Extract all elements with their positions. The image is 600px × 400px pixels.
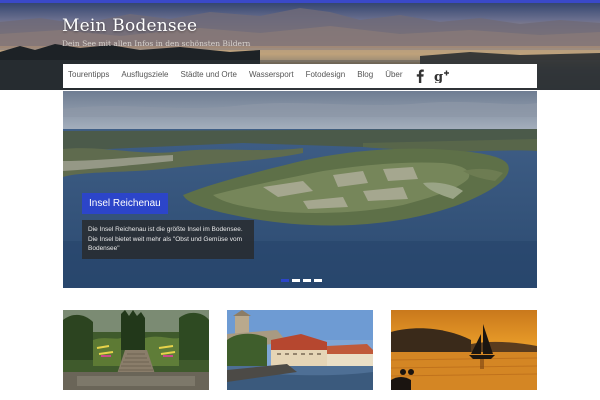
nav-item-staedte-und-orte[interactable]: Städte und Orte <box>175 64 243 88</box>
google-plus-icon[interactable]: g <box>431 64 453 88</box>
thumbnail-garden[interactable] <box>63 310 209 390</box>
sunset-sailboat-image <box>391 310 537 390</box>
nav-item-ueber[interactable]: Über <box>379 64 408 88</box>
site-tagline: Dein See mit allen Infos in den schönste… <box>62 39 251 48</box>
nav-item-wassersport[interactable]: Wassersport <box>243 64 300 88</box>
site-title[interactable]: Mein Bodensee <box>62 16 197 36</box>
svg-text:g: g <box>434 70 443 83</box>
slider-dot-3[interactable] <box>303 279 311 282</box>
slider-dot-4[interactable] <box>314 279 322 282</box>
nav-item-fotodesign[interactable]: Fotodesign <box>300 64 352 88</box>
slide-caption-title[interactable]: Insel Reichenau <box>82 193 168 214</box>
nav-item-blog[interactable]: Blog <box>351 64 379 88</box>
main-navigation: Tourentipps Ausflugsziele Städte und Ort… <box>63 64 537 88</box>
hero-slider[interactable]: Insel Reichenau Die Insel Reichenau ist … <box>63 91 537 288</box>
nav-item-tourentipps[interactable]: Tourentipps <box>63 64 115 88</box>
garden-stairs-image <box>63 310 209 390</box>
slide-caption-text: Die Insel Reichenau ist die größte Insel… <box>82 220 254 259</box>
slider-dot-1[interactable] <box>281 279 289 282</box>
nav-item-ausflugsziele[interactable]: Ausflugsziele <box>115 64 174 88</box>
slider-pagination <box>281 279 322 282</box>
thumbnail-town[interactable] <box>227 310 373 390</box>
town-harbor-image <box>227 310 373 390</box>
facebook-icon[interactable] <box>409 64 431 88</box>
slider-dot-2[interactable] <box>292 279 300 282</box>
thumbnail-sunset[interactable] <box>391 310 537 390</box>
